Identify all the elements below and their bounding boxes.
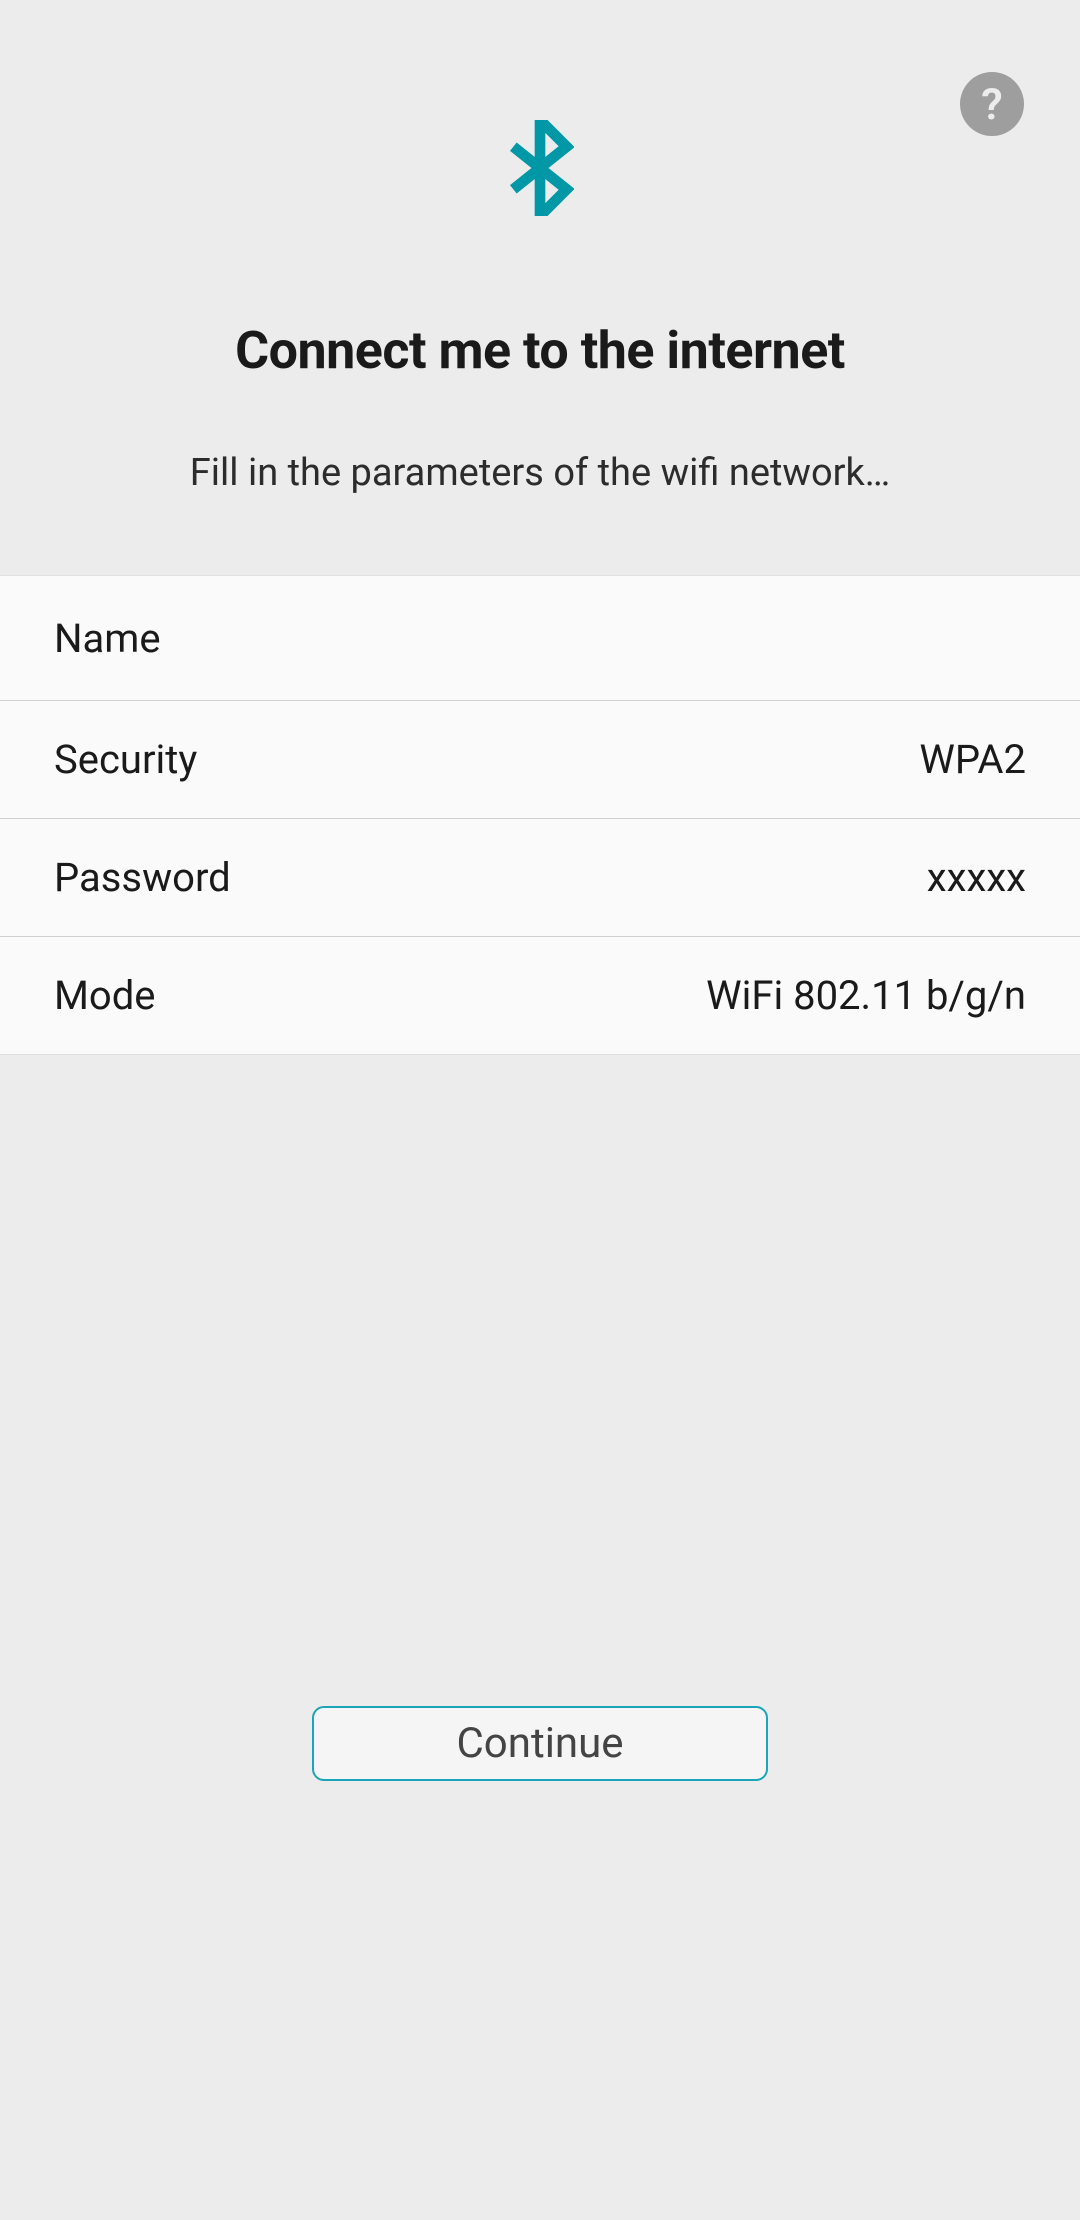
header: ? Connect me to the internet Fill in the… <box>0 0 1080 575</box>
continue-button-label: Continue <box>456 1719 623 1768</box>
field-password-value: xxxxx <box>927 854 1026 901</box>
field-security-label: Security <box>54 736 197 783</box>
bluetooth-icon <box>506 120 574 220</box>
field-mode-label: Mode <box>54 972 156 1019</box>
field-password[interactable]: Password xxxxx <box>0 819 1080 937</box>
field-security-value: WPA2 <box>919 736 1026 783</box>
field-name-label: Name <box>54 615 161 662</box>
field-mode[interactable]: Mode WiFi 802.11 b/g/n <box>0 937 1080 1055</box>
field-mode-value: WiFi 802.11 b/g/n <box>706 972 1026 1019</box>
help-icon: ? <box>981 78 1003 130</box>
wifi-form: Name Security WPA2 Password xxxxx Mode W… <box>0 575 1080 1055</box>
continue-button[interactable]: Continue <box>312 1706 768 1781</box>
help-button[interactable]: ? <box>960 72 1024 136</box>
field-security[interactable]: Security WPA2 <box>0 701 1080 819</box>
page-title: Connect me to the internet <box>0 320 1080 381</box>
page-subtitle: Fill in the parameters of the wifi netwo… <box>0 451 1080 495</box>
field-password-label: Password <box>54 854 231 901</box>
field-name[interactable]: Name <box>0 575 1080 701</box>
